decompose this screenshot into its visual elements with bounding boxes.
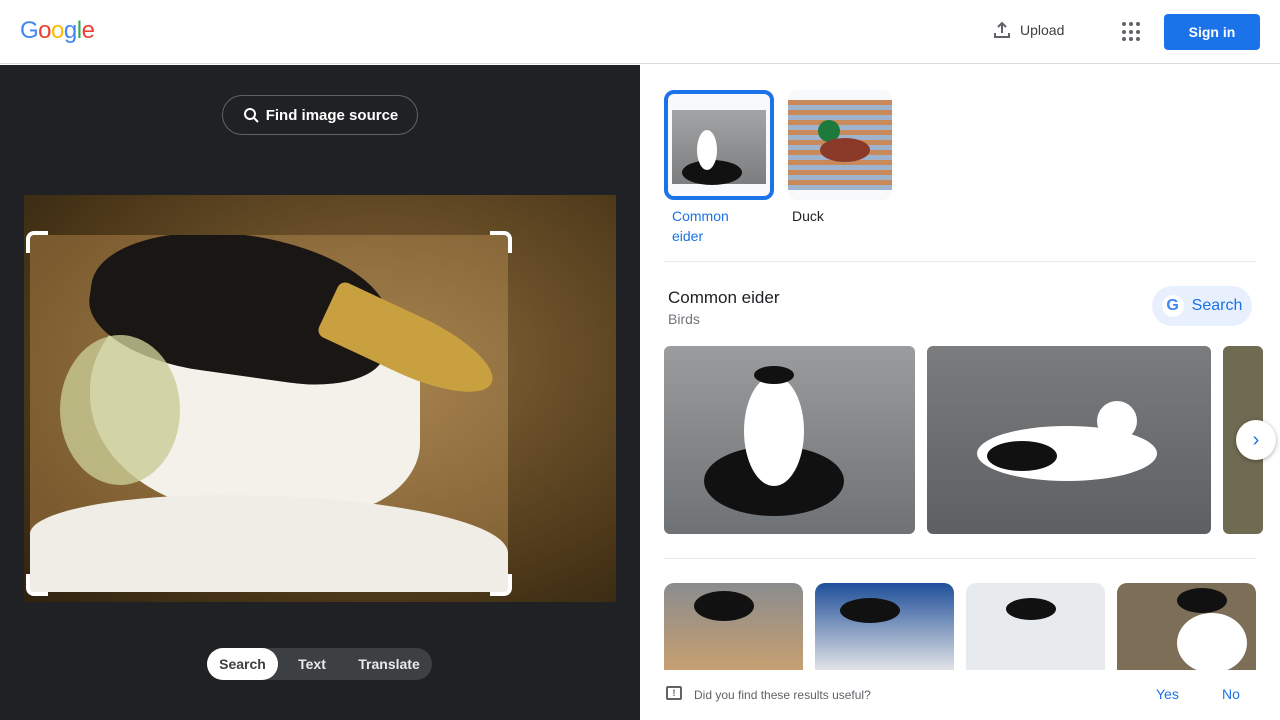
apps-grid-icon[interactable]	[1122, 22, 1142, 42]
sign-in-button[interactable]: Sign in	[1164, 14, 1260, 50]
crop-handle-top-left[interactable]	[26, 231, 48, 253]
entity-subtitle: Birds	[668, 311, 700, 327]
logo-letter: G	[20, 17, 39, 44]
tab-translate[interactable]: Translate	[346, 648, 432, 680]
google-search-button[interactable]: G Search	[1152, 286, 1252, 326]
crop-region[interactable]	[30, 235, 508, 592]
feedback-icon: !	[666, 686, 682, 700]
google-logo[interactable]: Google	[20, 17, 95, 45]
divider	[664, 261, 1256, 262]
google-g-icon: G	[1161, 295, 1184, 317]
find-image-source-label: Find image source	[265, 106, 399, 124]
crop-handle-bottom-right[interactable]	[490, 574, 512, 596]
feedback-no-button[interactable]: No	[1222, 686, 1240, 702]
tab-text[interactable]: Text	[278, 648, 346, 680]
chip-common-eider[interactable]	[664, 90, 774, 200]
mode-switcher: Search Text Translate	[207, 648, 432, 680]
result-image[interactable]	[927, 346, 1211, 534]
chip-label[interactable]: Duck	[792, 206, 824, 226]
feedback-bar: ! Did you find these results useful? Yes…	[640, 670, 1280, 720]
header: Google Upload Sign in	[0, 0, 1280, 64]
upload-icon	[994, 21, 1010, 38]
find-image-source-button[interactable]: Find image source	[222, 95, 418, 135]
logo-letter: o	[38, 17, 52, 44]
result-thumbnail[interactable]	[815, 583, 954, 673]
result-thumbnail[interactable]	[1117, 583, 1256, 673]
chip-image	[788, 100, 892, 190]
chip-image	[672, 110, 766, 185]
crop-handle-bottom-left[interactable]	[26, 574, 48, 596]
chip-label[interactable]: Common eider	[672, 206, 742, 246]
next-arrow-button[interactable]: ›	[1236, 420, 1276, 460]
tab-search[interactable]: Search	[207, 648, 278, 680]
divider	[664, 558, 1256, 559]
feedback-question: Did you find these results useful?	[694, 688, 871, 702]
result-thumbnail[interactable]	[966, 583, 1105, 673]
feedback-yes-button[interactable]: Yes	[1156, 686, 1179, 702]
entity-title: Common eider	[668, 288, 780, 307]
logo-letter: o	[51, 17, 64, 44]
logo-letter: e	[81, 17, 95, 44]
crop-handle-top-right[interactable]	[490, 231, 512, 253]
chevron-right-icon: ›	[1252, 428, 1260, 451]
result-thumbnail[interactable]	[664, 583, 803, 673]
result-image[interactable]	[664, 346, 915, 534]
chip-duck[interactable]	[788, 90, 892, 200]
results-panel: Common eider Duck Common eider Birds G Se…	[640, 65, 1280, 720]
lens-search-icon	[243, 108, 259, 123]
logo-letter: g	[63, 17, 77, 44]
search-label: Search	[1191, 297, 1243, 314]
upload-label: Upload	[1020, 22, 1065, 38]
upload-button[interactable]: Upload	[992, 20, 1064, 40]
image-panel: Find image source Search Text Translate	[0, 65, 640, 720]
